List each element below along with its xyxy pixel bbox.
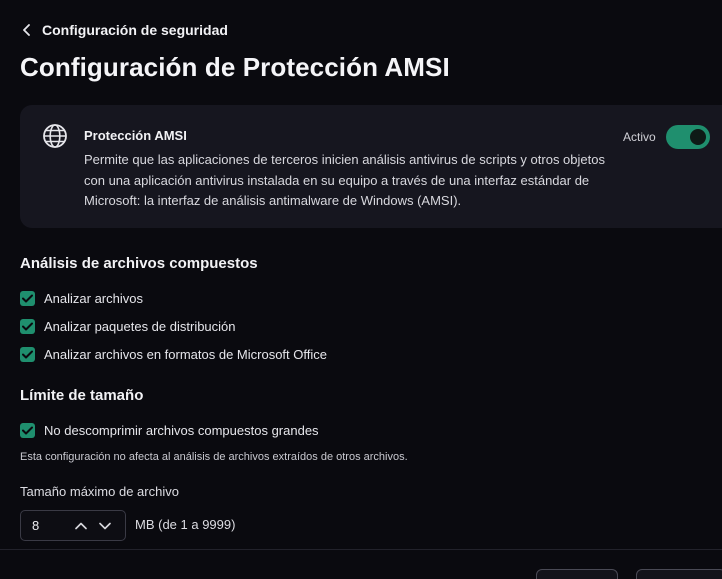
page-title: Configuración de Protección AMSI [20,52,450,82]
amsi-card-description: Permite que las aplicaciones de terceros… [84,152,605,208]
scan-distribution-packages-label: Analizar paquetes de distribución [44,319,236,334]
scan-office-formats-option[interactable]: Analizar archivos en formatos de Microso… [20,347,327,362]
checkmark-icon [22,426,33,435]
footer-divider [0,549,722,550]
amsi-toggle[interactable] [666,125,710,149]
scan-office-formats-checkbox[interactable] [20,347,35,362]
checkmark-icon [22,294,33,303]
scan-archives-label: Analizar archivos [44,291,143,306]
compound-analysis-title: Análisis de archivos compuestos [20,255,258,272]
checkmark-icon [22,322,33,331]
size-limit-note: Esta configuración no afecta al análisis… [20,451,408,463]
max-file-size-value[interactable]: 8 [21,518,69,533]
scan-distribution-packages-option[interactable]: Analizar paquetes de distribución [20,319,236,334]
checkmark-icon [22,350,33,359]
back-link-label: Configuración de seguridad [42,22,228,38]
scan-archives-option[interactable]: Analizar archivos [20,291,143,306]
no-unpack-large-label: No descomprimir archivos compuestos gran… [44,423,319,438]
chevron-down-icon[interactable] [93,511,117,540]
no-unpack-large-checkbox[interactable] [20,423,35,438]
scan-archives-checkbox[interactable] [20,291,35,306]
no-unpack-large-option[interactable]: No descomprimir archivos compuestos gran… [20,423,319,438]
max-file-size-stepper[interactable]: 8 [20,510,126,541]
max-file-size-label: Tamaño máximo de archivo [20,484,179,499]
scan-office-formats-label: Analizar archivos en formatos de Microso… [44,347,327,362]
footer-button-secondary[interactable] [636,569,722,579]
amsi-protection-card: Protección AMSI Permite que las aplicaci… [20,105,722,228]
back-link[interactable]: Configuración de seguridad [22,22,228,38]
size-limit-title: Límite de tamaño [20,387,144,404]
chevron-up-icon[interactable] [69,511,93,540]
amsi-card-title: Protección AMSI [84,128,187,143]
toggle-knob [690,129,706,145]
chevron-left-icon [22,24,32,36]
max-file-size-units: MB (de 1 a 9999) [135,517,236,532]
scan-distribution-packages-checkbox[interactable] [20,319,35,334]
amsi-status-label: Activo [623,130,656,144]
footer-button-primary[interactable] [536,569,618,579]
settings-page: Configuración de seguridad Configuración… [0,0,722,579]
globe-icon [42,123,68,154]
